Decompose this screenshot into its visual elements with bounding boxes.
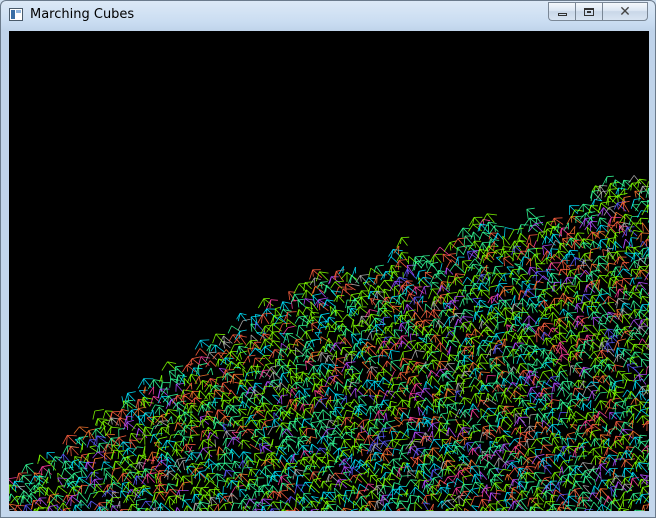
maximize-icon	[584, 7, 594, 16]
title-bar[interactable]: Marching Cubes ✕	[1, 1, 656, 30]
window-frame: Marching Cubes ✕	[0, 0, 656, 518]
window-title: Marching Cubes	[30, 7, 135, 22]
close-button[interactable]: ✕	[602, 2, 648, 21]
render-viewport[interactable]	[9, 31, 649, 511]
wireframe-mesh	[9, 31, 649, 511]
close-icon: ✕	[619, 3, 631, 20]
application-icon[interactable]	[9, 8, 23, 21]
minimize-icon	[557, 13, 567, 16]
minimize-button[interactable]	[548, 2, 575, 21]
maximize-button[interactable]	[575, 2, 602, 21]
